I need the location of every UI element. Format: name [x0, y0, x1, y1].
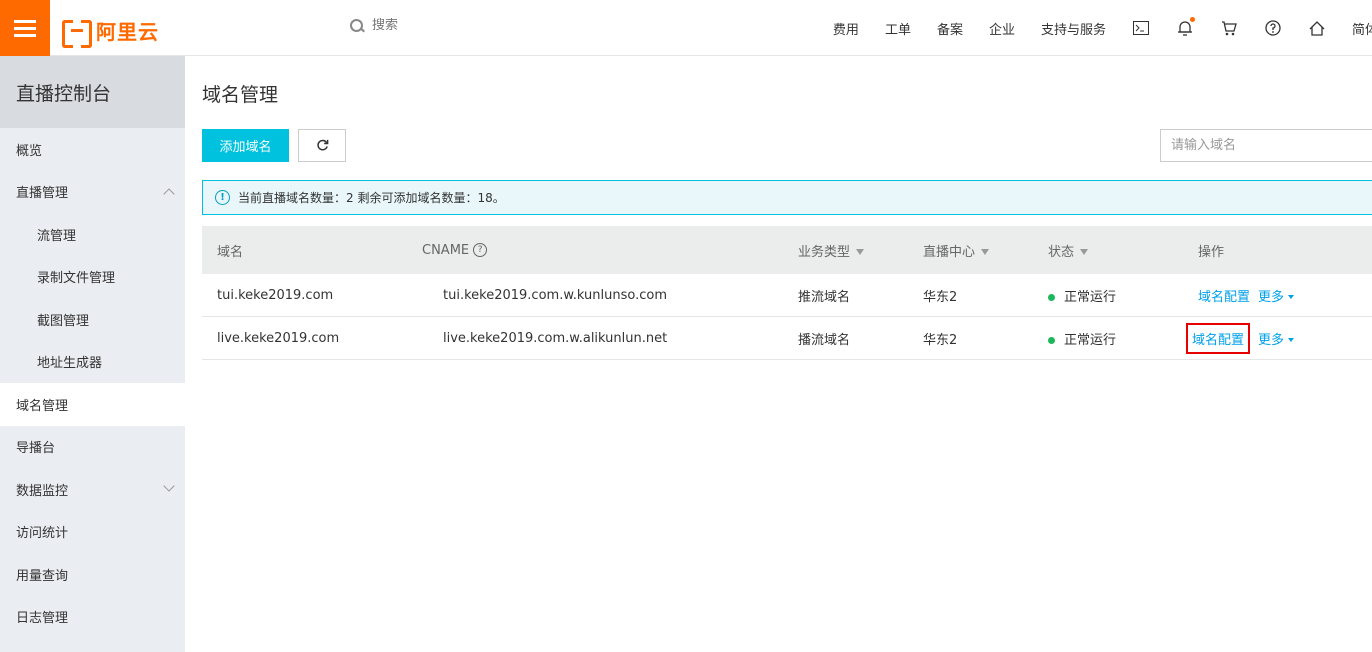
aliyun-logo[interactable]: 阿里云: [62, 16, 159, 48]
home-icon[interactable]: [1308, 19, 1326, 37]
cell-status: 正常运行: [1048, 329, 1116, 348]
cell-domain: tui.keke2019.com: [217, 287, 334, 303]
domain-table: 域名 CNAME? 业务类型 直播中心 状态 操作 tui.keke2019.c…: [202, 226, 1372, 360]
info-icon: !: [215, 190, 230, 205]
table-header: 域名 CNAME? 业务类型 直播中心 状态 操作: [202, 226, 1372, 274]
sidebar-item-usage[interactable]: 用量查询: [0, 553, 185, 596]
global-search[interactable]: [350, 18, 572, 33]
cell-status: 正常运行: [1048, 286, 1116, 305]
header-status: 状态: [1048, 241, 1089, 260]
bell-icon[interactable]: [1176, 17, 1195, 37]
filter-icon[interactable]: [1080, 249, 1089, 255]
nav-support[interactable]: 支持与服务: [1041, 19, 1106, 38]
status-dot-icon: [1048, 293, 1055, 301]
cell-cname: tui.keke2019.com.w.kunlunso.com: [443, 287, 667, 303]
more-dropdown[interactable]: 更多: [1258, 286, 1295, 305]
chevron-up-icon: [163, 187, 175, 200]
main-content: 域名管理 添加域名 ! 当前直播域名数量：2 剩余可添加域名数量：18。 域名 …: [185, 56, 1372, 652]
cell-center: 华东2: [923, 332, 958, 348]
top-bar: 阿里云 费用 工单 备案 企业 支持与服务 简体: [0, 0, 1372, 56]
sidebar-item-monitoring[interactable]: 数据监控: [0, 468, 185, 511]
cart-icon[interactable]: [1220, 19, 1238, 37]
logo-mark-icon: [62, 19, 92, 48]
caret-down-icon: [1288, 338, 1295, 342]
notification-dot: [1190, 17, 1195, 22]
sidebar-item-live-management[interactable]: 直播管理: [0, 171, 185, 214]
cell-operations: 域名配置 更多: [1198, 286, 1295, 305]
cell-type: 播流域名: [798, 332, 851, 348]
search-input[interactable]: [372, 18, 572, 33]
add-domain-button[interactable]: 添加域名: [202, 129, 289, 162]
header-type: 业务类型: [798, 241, 865, 260]
more-dropdown[interactable]: 更多: [1258, 329, 1295, 348]
sidebar-item-director[interactable]: 导播台: [0, 426, 185, 469]
page-title: 域名管理: [202, 84, 279, 106]
filter-icon[interactable]: [981, 249, 990, 255]
domain-config-link-highlighted[interactable]: 域名配置: [1186, 322, 1251, 354]
domain-count-notice: ! 当前直播域名数量：2 剩余可添加域名数量：18。: [202, 180, 1372, 215]
sidebar-item-access-stats[interactable]: 访问统计: [0, 511, 185, 554]
question-icon[interactable]: ?: [473, 243, 488, 257]
table-row: tui.keke2019.com tui.keke2019.com.w.kunl…: [202, 274, 1372, 317]
sidebar-item-snapshots[interactable]: 截图管理: [0, 298, 185, 341]
filter-icon[interactable]: [856, 249, 865, 255]
sidebar-item-stream-management[interactable]: 流管理: [0, 213, 185, 256]
table-row: live.keke2019.com live.keke2019.com.w.al…: [202, 317, 1372, 360]
domain-config-link[interactable]: 域名配置: [1198, 286, 1250, 305]
nav-billing[interactable]: 费用: [833, 19, 859, 38]
sidebar-item-recording-files[interactable]: 录制文件管理: [0, 256, 185, 299]
language-switch[interactable]: 简体: [1352, 19, 1372, 38]
sidebar-item-overview[interactable]: 概览: [0, 128, 185, 171]
cell-center: 华东2: [923, 289, 958, 305]
refresh-icon: [316, 139, 328, 151]
header-operations: 操作: [1198, 244, 1225, 260]
nav-enterprise[interactable]: 企业: [989, 19, 1015, 38]
caret-down-icon: [1288, 295, 1295, 299]
nav-icp[interactable]: 备案: [937, 19, 963, 38]
console-title: 直播控制台: [0, 56, 185, 128]
header-cname: CNAME?: [422, 243, 488, 258]
domain-filter-input[interactable]: [1160, 129, 1372, 162]
header-center: 直播中心: [923, 241, 990, 260]
refresh-button[interactable]: [298, 129, 346, 162]
cell-type: 推流域名: [798, 289, 851, 305]
menu-toggle-button[interactable]: [0, 0, 50, 56]
sidebar: 直播控制台 概览 直播管理 流管理 录制文件管理 截图管理 地址生成器 域名管理…: [0, 56, 185, 652]
sidebar-item-url-generator[interactable]: 地址生成器: [0, 341, 185, 384]
cell-operations: 域名配置 更多: [1186, 322, 1295, 354]
status-dot-icon: [1048, 336, 1055, 344]
search-icon: [350, 18, 364, 33]
terminal-icon[interactable]: [1132, 19, 1150, 37]
header-domain: 域名: [217, 244, 244, 260]
help-icon[interactable]: [1264, 19, 1282, 37]
sidebar-item-domain-management[interactable]: 域名管理: [0, 383, 185, 426]
cell-cname: live.keke2019.com.w.alikunlun.net: [443, 330, 668, 346]
sidebar-item-logs[interactable]: 日志管理: [0, 596, 185, 639]
nav-tickets[interactable]: 工单: [885, 19, 911, 38]
menu-icon: [14, 19, 36, 23]
cell-domain: live.keke2019.com: [217, 330, 340, 346]
chevron-down-icon: [163, 480, 175, 492]
top-nav: 费用 工单 备案 企业 支持与服务 简体: [833, 0, 1372, 56]
